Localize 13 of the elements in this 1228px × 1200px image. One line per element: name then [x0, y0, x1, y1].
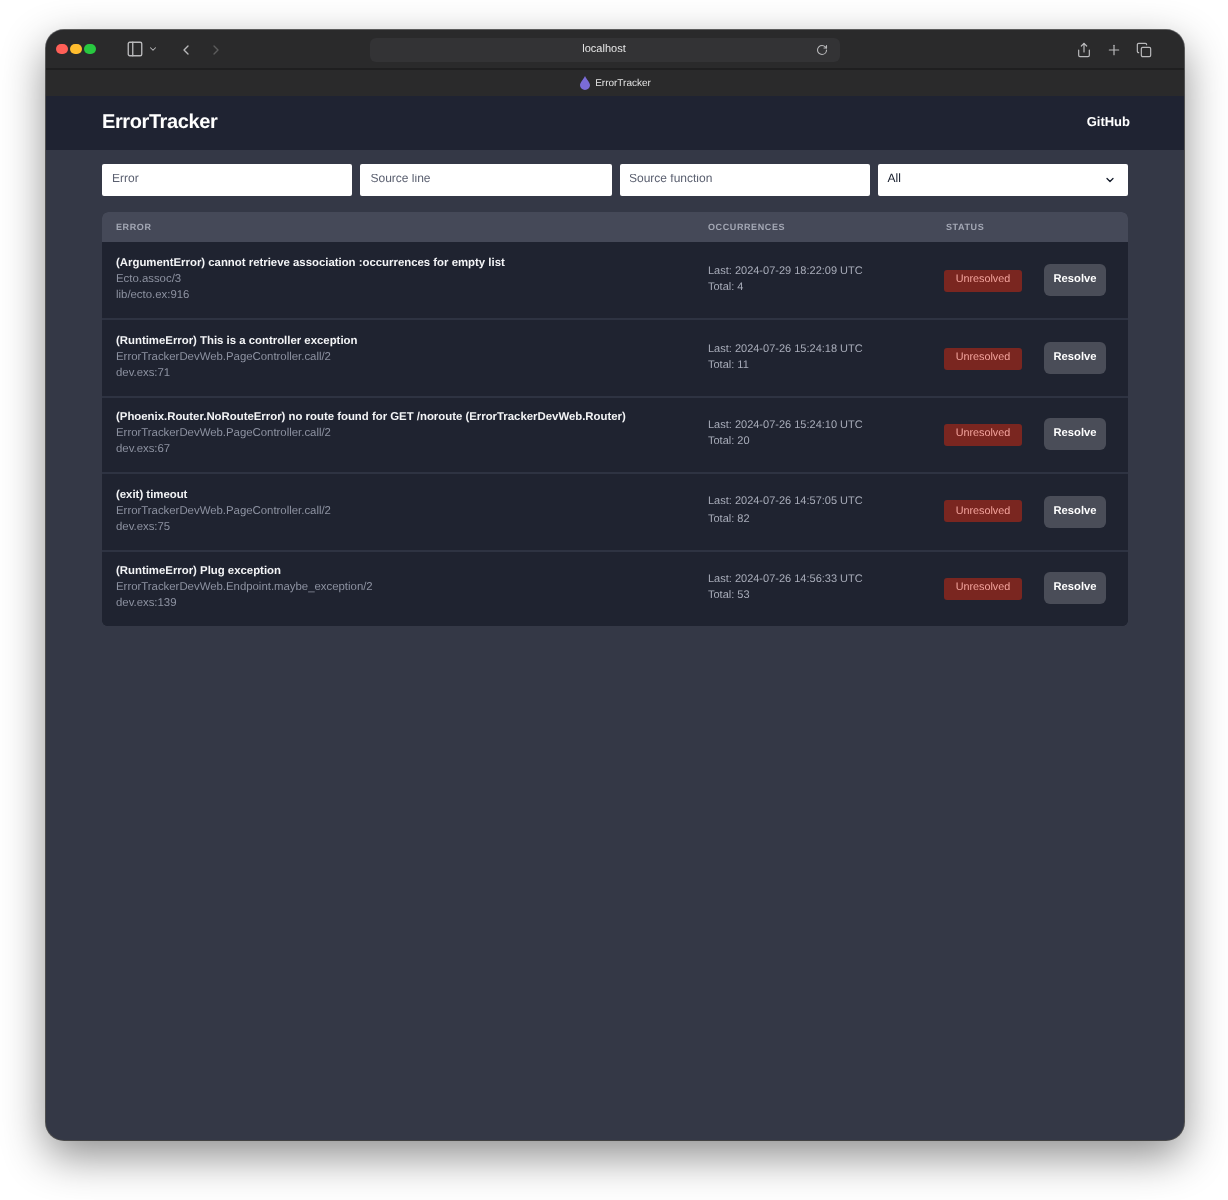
sidebar-icon[interactable] — [126, 40, 144, 58]
chevron-down-icon[interactable] — [148, 44, 158, 54]
window-close-icon[interactable] — [56, 43, 67, 55]
tabs-icon[interactable] — [1136, 41, 1152, 57]
chevron-down-icon — [1104, 174, 1116, 186]
drop-icon — [579, 76, 590, 90]
reload-icon[interactable] — [815, 43, 827, 55]
plus-icon[interactable] — [1106, 41, 1122, 57]
back-icon[interactable] — [178, 41, 194, 57]
app-title[interactable]: ErrorTracker — [102, 112, 218, 134]
share-icon[interactable] — [1076, 41, 1092, 57]
window-zoom-icon[interactable] — [84, 43, 95, 55]
window-minimize-icon[interactable] — [70, 43, 81, 55]
